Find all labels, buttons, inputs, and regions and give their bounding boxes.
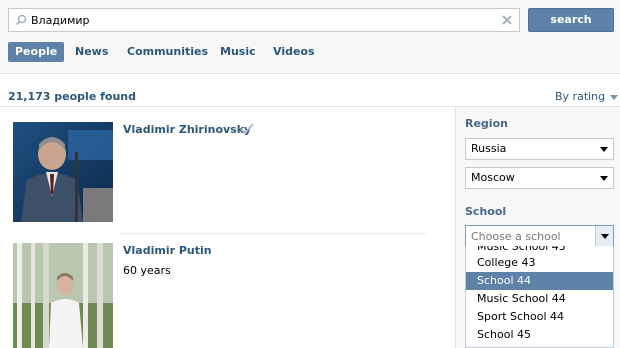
dropdown-option-selected[interactable]: School 44 (466, 272, 613, 290)
search-icon (15, 14, 27, 26)
person-age: 60 years (123, 264, 171, 277)
person-name-link[interactable]: Vladimir Putin (123, 244, 212, 257)
region-label: Region (465, 117, 508, 130)
sort-label: By rating (555, 90, 606, 103)
chevron-down-icon (600, 147, 608, 152)
avatar-photo (13, 122, 113, 222)
dropdown-option[interactable]: Music School 44 (466, 290, 613, 308)
school-placeholder: Choose a school (471, 230, 561, 243)
chevron-down-icon[interactable] (595, 226, 613, 246)
avatar[interactable] (13, 243, 113, 348)
school-label: School (465, 205, 507, 218)
chevron-down-icon (600, 176, 608, 181)
search-input[interactable]: Владимир (8, 8, 520, 32)
school-combobox[interactable]: Choose a school (465, 225, 614, 247)
dropdown-option[interactable]: Sport School 44 (466, 308, 613, 326)
results-count: 21,173 people found (8, 90, 136, 103)
result-divider (121, 233, 426, 234)
search-value: Владимир (31, 14, 90, 27)
tab-videos[interactable]: Videos (273, 42, 315, 62)
tab-music[interactable]: Music (220, 42, 256, 62)
city-value: Moscow (471, 171, 515, 184)
tab-communities[interactable]: Communities (127, 42, 208, 62)
chevron-down-icon (610, 94, 619, 100)
verified-check-icon (240, 123, 254, 135)
country-select[interactable]: Russia (465, 138, 614, 160)
person-name-link[interactable]: Vladimir Zhirinovsky (123, 123, 251, 136)
tab-news[interactable]: News (75, 42, 108, 62)
city-select[interactable]: Moscow (465, 167, 614, 189)
avatar-photo (13, 243, 113, 348)
dropdown-option[interactable]: College 43 (466, 254, 613, 272)
dropdown-option[interactable]: School 45 (466, 326, 613, 344)
clear-icon[interactable] (501, 14, 513, 26)
tab-people[interactable]: People (8, 42, 65, 62)
avatar[interactable] (13, 122, 113, 222)
search-button[interactable]: search (528, 8, 614, 32)
sort-dropdown[interactable]: By rating (555, 90, 619, 103)
country-value: Russia (471, 142, 507, 155)
school-dropdown-list[interactable]: Music School 43 College 43 School 44 Mus… (465, 246, 614, 348)
